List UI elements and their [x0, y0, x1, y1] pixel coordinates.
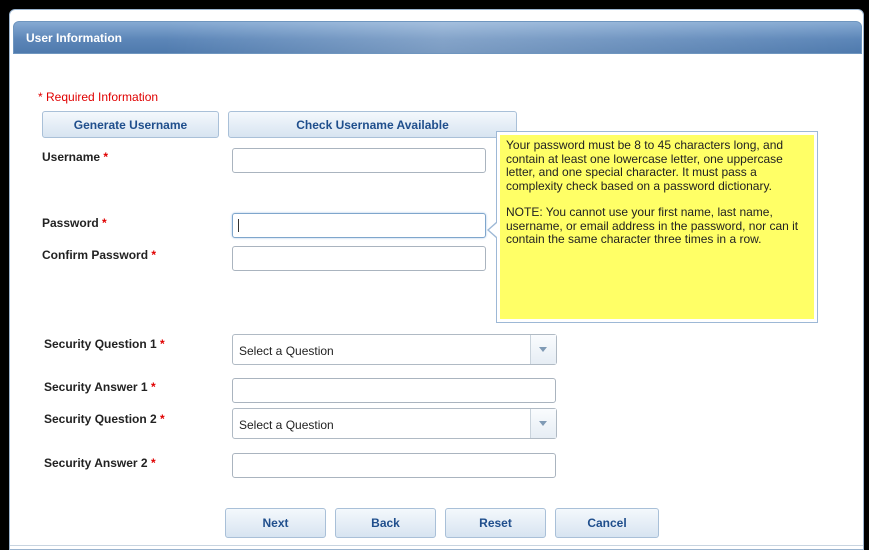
security-question-1-label-text: Security Question 1 — [44, 337, 157, 351]
next-button[interactable]: Next — [225, 508, 326, 538]
required-marker: * — [150, 456, 156, 470]
security-question-1-select[interactable]: Select a Question — [232, 334, 557, 365]
tooltip-body: Your password must be 8 to 45 characters… — [500, 135, 814, 319]
username-label: Username * — [42, 150, 108, 164]
security-question-1-value: Select a Question — [239, 344, 334, 358]
password-label-text: Password — [42, 216, 99, 230]
security-question-1-label: Security Question 1 * — [44, 337, 165, 351]
panel-title: User Information — [26, 31, 123, 45]
required-information-note: * Required Information — [38, 90, 159, 104]
security-answer-2-label: Security Answer 2 * — [44, 456, 156, 470]
username-label-text: Username — [42, 150, 101, 164]
security-answer-1-label: Security Answer 1 * — [44, 380, 156, 394]
password-requirements-tooltip: Your password must be 8 to 45 characters… — [496, 131, 818, 323]
chevron-down-icon[interactable] — [530, 409, 556, 438]
security-question-2-select[interactable]: Select a Question — [232, 408, 557, 439]
security-question-2-label-text: Security Question 2 — [44, 412, 157, 426]
username-input[interactable] — [232, 148, 486, 173]
required-marker: * — [160, 412, 165, 426]
text-caret — [238, 219, 239, 232]
required-marker: * — [103, 150, 109, 164]
security-question-2-label: Security Question 2 * — [44, 412, 165, 426]
reset-button[interactable]: Reset — [445, 508, 546, 538]
security-answer-1-label-text: Security Answer 1 — [44, 380, 148, 394]
confirm-password-label-text: Confirm Password — [42, 248, 149, 262]
security-answer-1-input[interactable] — [232, 378, 556, 403]
required-marker: * — [151, 248, 157, 262]
security-answer-2-input[interactable] — [232, 453, 556, 478]
tooltip-paragraph-requirements: Your password must be 8 to 45 characters… — [506, 138, 784, 193]
password-input[interactable] — [232, 213, 486, 238]
password-label: Password * — [42, 216, 107, 230]
required-marker: * — [102, 216, 107, 230]
confirm-password-label: Confirm Password * — [42, 248, 156, 262]
security-answer-2-label-text: Security Answer 2 — [44, 456, 148, 470]
chevron-down-icon[interactable] — [530, 335, 556, 364]
required-marker: * — [150, 380, 156, 394]
panel-bottom-divider — [10, 545, 863, 546]
cancel-button[interactable]: Cancel — [555, 508, 659, 538]
tooltip-paragraph-note: NOTE: You cannot use your first name, la… — [506, 205, 799, 246]
security-question-2-value: Select a Question — [239, 418, 334, 432]
required-marker: * — [160, 337, 165, 351]
tooltip-pointer-inner — [489, 223, 497, 237]
check-username-available-button[interactable]: Check Username Available — [228, 111, 517, 138]
panel-header: User Information — [13, 21, 862, 54]
confirm-password-input[interactable] — [232, 246, 486, 271]
generate-username-button[interactable]: Generate Username — [42, 111, 219, 138]
back-button[interactable]: Back — [335, 508, 436, 538]
